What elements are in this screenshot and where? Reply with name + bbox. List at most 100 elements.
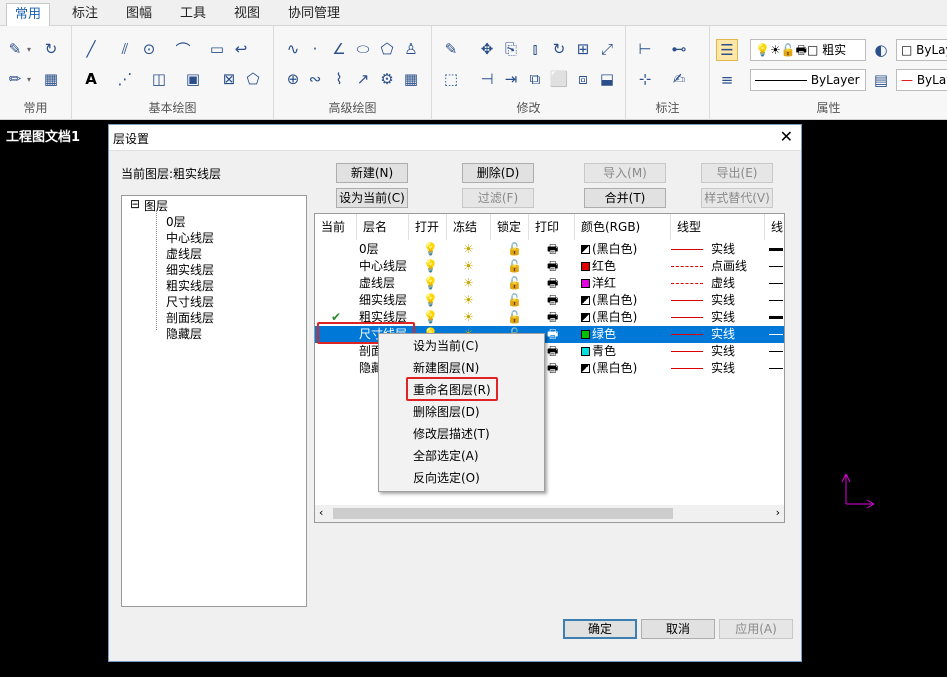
sun-icon[interactable]: ☀ xyxy=(463,309,474,326)
printer-icon[interactable]: 🖶 xyxy=(547,309,558,326)
tree-item[interactable]: 剖面线层 xyxy=(166,309,214,326)
scroll-left-icon[interactable]: ‹ xyxy=(319,506,323,519)
paste-icon[interactable]: ✎ xyxy=(4,38,26,60)
table-row[interactable]: 细实线层 💡 ☀ 🔓 🖶 (黑白色) 实线 xyxy=(315,292,784,309)
sun-icon[interactable]: ☀ xyxy=(463,275,474,292)
move-icon[interactable]: ✥ xyxy=(476,38,498,60)
table-row[interactable]: 虚线层 💡 ☀ 🔓 🖶 洋红 虚线 xyxy=(315,275,784,292)
bulb-icon[interactable]: 💡 xyxy=(423,309,438,326)
menu-item-new-layer[interactable]: 新建图层(N) xyxy=(413,358,479,378)
scroll-right-icon[interactable]: › xyxy=(776,506,780,519)
table-icon[interactable]: ⊠ xyxy=(218,68,240,90)
column-header-current[interactable]: 当前 xyxy=(315,214,357,240)
polygon-icon[interactable]: ⬠ xyxy=(376,38,398,60)
scale-icon[interactable]: ⤢ xyxy=(596,38,618,60)
printer-icon[interactable]: 🖶 xyxy=(547,241,558,258)
tree-item[interactable]: 中心线层 xyxy=(166,229,214,246)
leader-icon[interactable]: ⊹ xyxy=(634,68,656,90)
layer-name[interactable]: 中心线层 xyxy=(359,258,407,275)
linetype-combo[interactable]: ByLayer xyxy=(750,69,866,91)
printer-icon[interactable]: 🖶 xyxy=(547,258,558,275)
chevron-down-icon[interactable]: ▾ xyxy=(27,38,35,60)
color-wheel-icon[interactable]: ◐ xyxy=(870,39,892,61)
import-button[interactable]: 导入(M) xyxy=(584,163,666,183)
tree-item[interactable]: 虚线层 xyxy=(166,245,202,262)
format-painter-icon[interactable]: ✏ xyxy=(4,68,26,90)
table-row[interactable]: 0层 💡 ☀ 🔓 🖶 (黑白色) 实线 xyxy=(315,241,784,258)
lock-open-icon[interactable]: 🔓 xyxy=(507,292,522,309)
arrow-icon[interactable]: ↗ xyxy=(352,68,374,90)
column-header-name[interactable]: 层名 xyxy=(357,214,409,240)
linear-dim-icon[interactable]: ⊢ xyxy=(634,38,656,60)
hook-arrow-icon[interactable]: ↩ xyxy=(230,38,252,60)
rotate-icon[interactable]: ↻ xyxy=(548,38,570,60)
tree-item[interactable]: 细实线层 xyxy=(166,261,214,278)
menu-item-select-all[interactable]: 全部选定(A) xyxy=(413,446,479,466)
ok-button[interactable]: 确定 xyxy=(563,619,637,639)
grid-icon[interactable]: ▦ xyxy=(400,68,422,90)
sun-icon[interactable]: ☀ xyxy=(463,292,474,309)
bulb-icon[interactable]: 💡 xyxy=(423,258,438,275)
menu-item-set-current[interactable]: 设为当前(C) xyxy=(413,336,479,356)
bulb-icon[interactable]: 💡 xyxy=(423,275,438,292)
lineweight-combo[interactable]: — ByLay xyxy=(896,69,947,91)
printer-icon[interactable]: 🖶 xyxy=(547,360,558,377)
menu-item-invert-selection[interactable]: 反向选定(O) xyxy=(413,468,480,488)
export-button[interactable]: 导出(E) xyxy=(701,163,773,183)
column-header-color[interactable]: 颜色(RGB) xyxy=(575,214,671,240)
print-style-icon[interactable]: ▤ xyxy=(870,69,892,91)
tab-frame[interactable]: 图幅 xyxy=(118,3,160,26)
parallel-line-icon[interactable]: ⫽ xyxy=(114,38,136,60)
tab-tools[interactable]: 工具 xyxy=(172,3,214,26)
column-header-freeze[interactable]: 冻结 xyxy=(447,214,491,240)
lock-open-icon[interactable]: 🔓 xyxy=(507,258,522,275)
centerline-icon[interactable]: ⋰ xyxy=(114,68,136,90)
copy-icon[interactable]: ⎘ xyxy=(500,38,522,60)
tab-dimension[interactable]: 标注 xyxy=(64,3,106,26)
chamfer-icon[interactable]: ⬓ xyxy=(596,68,618,90)
merge-button[interactable]: 合并(T) xyxy=(584,188,666,208)
lock-open-icon[interactable]: 🔓 xyxy=(507,241,522,258)
horizontal-scrollbar[interactable]: ‹ › xyxy=(315,505,784,522)
tree-toggle-icon[interactable]: ⊟ xyxy=(130,197,140,211)
layer-name[interactable]: 0层 xyxy=(359,241,379,258)
mirror-icon[interactable]: ⫾ xyxy=(524,38,546,60)
trim-icon[interactable]: ⊣ xyxy=(476,68,498,90)
layer-name[interactable]: 细实线层 xyxy=(359,292,407,309)
document-tab[interactable]: 工程图文档1 xyxy=(0,124,108,145)
layer-manager-icon[interactable]: ☰ xyxy=(716,39,738,61)
hole-icon[interactable]: ⊕ xyxy=(282,68,304,90)
printer-icon[interactable]: 🖶 xyxy=(547,292,558,309)
tab-view[interactable]: 视图 xyxy=(226,3,268,26)
delete-button[interactable]: 删除(D) xyxy=(462,163,534,183)
break-line-icon[interactable]: ⌇ xyxy=(328,68,350,90)
tab-collab[interactable]: 协同管理 xyxy=(280,3,348,26)
line-icon[interactable]: ╱ xyxy=(80,38,102,60)
printer-icon[interactable]: 🖶 xyxy=(547,343,558,360)
new-button[interactable]: 新建(N) xyxy=(336,163,408,183)
apply-button[interactable]: 应用(A) xyxy=(719,619,793,639)
properties-icon[interactable]: ▦ xyxy=(40,68,62,90)
printer-icon[interactable]: 🖶 xyxy=(547,275,558,292)
chevron-down-icon[interactable]: ▾ xyxy=(27,68,35,90)
wave-icon[interactable]: ∾ xyxy=(304,68,326,90)
ellipse-icon[interactable]: ⬭ xyxy=(352,38,374,60)
shape-icon[interactable]: ⬠ xyxy=(242,68,264,90)
arc-icon[interactable]: ⌒ xyxy=(172,38,194,60)
block-icon[interactable]: ▣ xyxy=(182,68,204,90)
angle-icon[interactable]: ∠ xyxy=(328,38,350,60)
text-icon[interactable]: A xyxy=(80,68,102,90)
printer-icon[interactable]: 🖶 xyxy=(547,326,558,343)
lock-open-icon[interactable]: 🔓 xyxy=(507,275,522,292)
sun-icon[interactable]: ☀ xyxy=(463,241,474,258)
dim-style-icon[interactable]: ⊷ xyxy=(668,38,690,60)
lineweight-icon[interactable]: ≡ xyxy=(716,69,738,91)
tree-item[interactable]: 隐藏层 xyxy=(166,325,202,342)
erase-icon[interactable]: ✎ xyxy=(440,38,462,60)
menu-item-edit-description[interactable]: 修改层描述(T) xyxy=(413,424,490,444)
cancel-button[interactable]: 取消 xyxy=(641,619,715,639)
bulb-icon[interactable]: 💡 xyxy=(423,241,438,258)
edit-dim-icon[interactable]: ✍ xyxy=(668,68,690,90)
set-current-button[interactable]: 设为当前(C) xyxy=(336,188,408,208)
gear-icon[interactable]: ⚙ xyxy=(376,68,398,90)
